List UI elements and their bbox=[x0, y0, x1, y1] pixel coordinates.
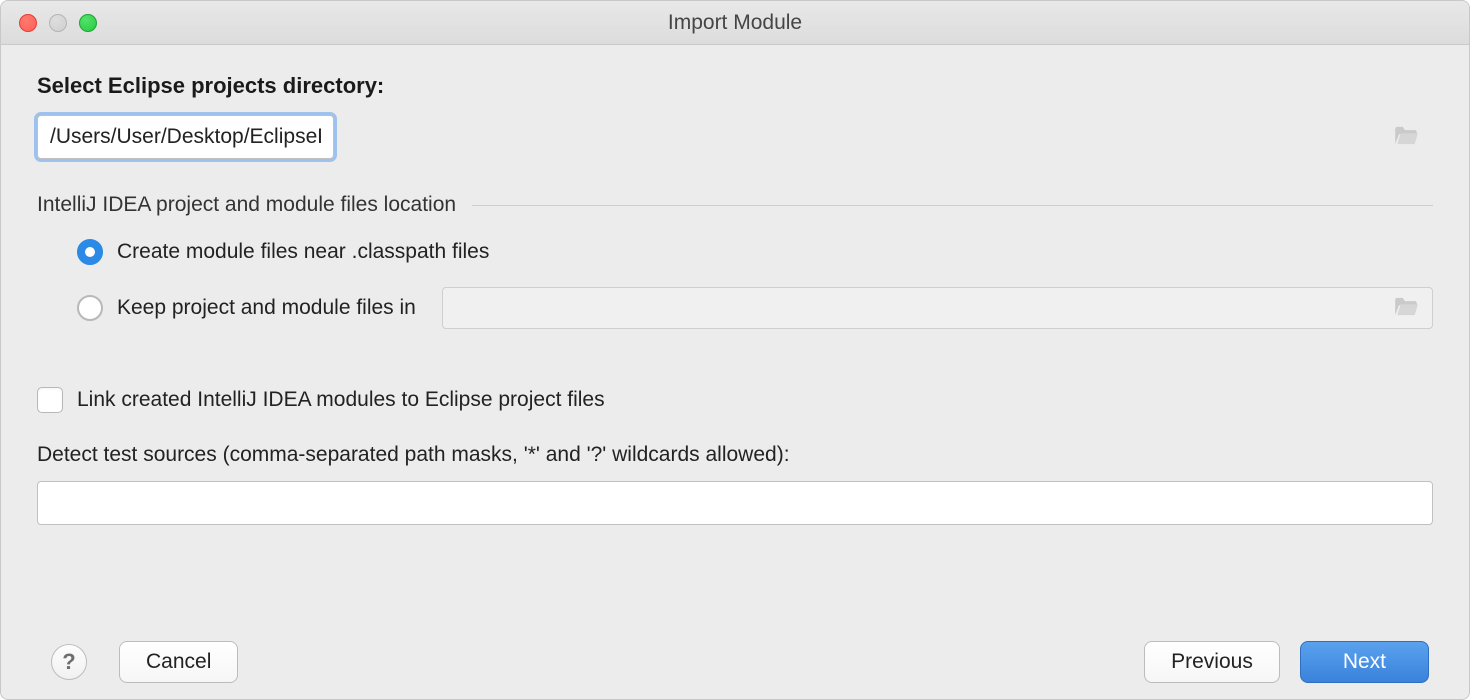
dialog-content: Select Eclipse projects directory: Intel… bbox=[1, 45, 1469, 629]
select-directory-label: Select Eclipse projects directory: bbox=[37, 73, 1433, 99]
browse-folder-icon[interactable] bbox=[1393, 125, 1419, 150]
detect-test-sources-input[interactable] bbox=[37, 481, 1433, 525]
close-window-button[interactable] bbox=[19, 14, 37, 32]
previous-button[interactable]: Previous bbox=[1144, 641, 1280, 683]
link-modules-label: Link created IntelliJ IDEA modules to Ec… bbox=[77, 388, 605, 412]
help-button[interactable]: ? bbox=[51, 644, 87, 680]
keep-path-input bbox=[442, 287, 1433, 329]
cancel-button[interactable]: Cancel bbox=[119, 641, 238, 683]
files-location-legend: IntelliJ IDEA project and module files l… bbox=[37, 193, 472, 217]
detect-test-sources-label: Detect test sources (comma-separated pat… bbox=[37, 443, 1433, 467]
separator bbox=[472, 205, 1433, 206]
titlebar: Import Module bbox=[1, 1, 1469, 45]
radio-icon bbox=[77, 239, 103, 265]
radio-label-keep: Keep project and module files in bbox=[117, 296, 416, 320]
window-title: Import Module bbox=[668, 11, 802, 35]
directory-input[interactable] bbox=[37, 115, 334, 159]
radio-create-near-classpath[interactable]: Create module files near .classpath file… bbox=[77, 239, 1433, 265]
radio-label-create: Create module files near .classpath file… bbox=[117, 240, 489, 264]
dialog-footer: ? Cancel Previous Next bbox=[1, 629, 1469, 699]
radio-keep-files-in[interactable]: Keep project and module files in bbox=[77, 287, 1433, 329]
radio-icon bbox=[77, 295, 103, 321]
window-controls bbox=[1, 14, 97, 32]
next-button[interactable]: Next bbox=[1300, 641, 1429, 683]
checkbox-icon bbox=[37, 387, 63, 413]
import-module-dialog: Import Module Select Eclipse projects di… bbox=[0, 0, 1470, 700]
link-modules-checkbox-row[interactable]: Link created IntelliJ IDEA modules to Ec… bbox=[37, 387, 1433, 413]
files-location-section: IntelliJ IDEA project and module files l… bbox=[37, 193, 1433, 351]
maximize-window-button[interactable] bbox=[79, 14, 97, 32]
minimize-window-button[interactable] bbox=[49, 14, 67, 32]
